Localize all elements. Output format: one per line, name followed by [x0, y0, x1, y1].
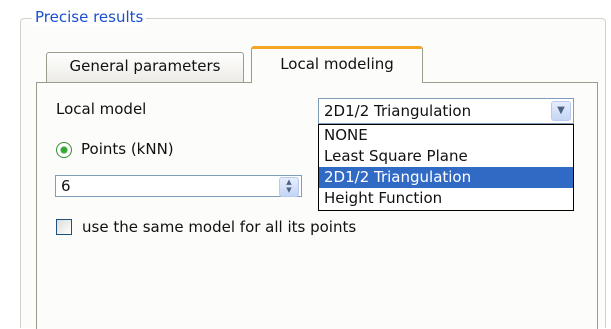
knn-value: 6 [61, 177, 71, 195]
tab-general-parameters[interactable]: General parameters [46, 52, 244, 82]
knn-value-spinbox[interactable]: 6 ▲ ▼ [55, 175, 302, 197]
local-model-select[interactable]: 2D1/2 Triangulation ▼ [318, 98, 574, 124]
dropdown-option-none[interactable]: NONE [319, 125, 573, 146]
spinner-arrows-icon[interactable]: ▲ ▼ [279, 177, 299, 197]
dropdown-option-2d12-triangulation[interactable]: 2D1/2 Triangulation [319, 167, 573, 188]
chevron-down-icon[interactable]: ▼ [551, 101, 571, 121]
local-model-selected-value: 2D1/2 Triangulation [324, 102, 472, 120]
local-model-dropdown-list: NONE Least Square Plane 2D1/2 Triangulat… [318, 124, 574, 211]
group-title: Precise results [32, 8, 147, 26]
tab-local-modeling[interactable]: Local modeling [251, 46, 423, 83]
points-knn-radio[interactable] [56, 142, 72, 158]
local-model-label: Local model [56, 100, 147, 118]
points-knn-label[interactable]: Points (kNN) [81, 140, 174, 158]
dropdown-option-least-square-plane[interactable]: Least Square Plane [319, 146, 573, 167]
dropdown-option-height-function[interactable]: Height Function [319, 188, 573, 209]
same-model-label[interactable]: use the same model for all its points [82, 218, 356, 236]
same-model-checkbox[interactable] [56, 219, 72, 235]
